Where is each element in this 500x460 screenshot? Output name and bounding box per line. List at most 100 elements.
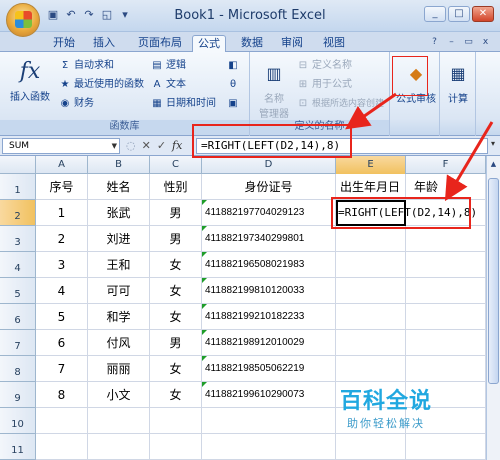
cell-sex[interactable]: 女 (150, 304, 202, 330)
column-header-d[interactable]: D (202, 156, 336, 174)
tab-review[interactable]: 审阅 (276, 35, 308, 52)
empty-cell[interactable] (336, 356, 406, 382)
datetime-button[interactable]: ▦ 日期和时间 (150, 96, 216, 112)
empty-cell[interactable] (202, 408, 336, 434)
tab-view[interactable]: 视图 (318, 35, 350, 52)
column-header-e[interactable]: E (336, 156, 406, 174)
row-header[interactable]: 5 (0, 278, 36, 304)
empty-cell[interactable] (336, 226, 406, 252)
empty-cell[interactable] (336, 304, 406, 330)
empty-cell[interactable] (150, 434, 202, 460)
text-button[interactable]: A 文本 (150, 77, 186, 93)
autosum-button[interactable]: Σ 自动求和 (58, 58, 114, 74)
cell-name[interactable]: 付风 (88, 330, 150, 356)
empty-cell[interactable] (406, 252, 486, 278)
vertical-scrollbar[interactable]: ▲ (486, 156, 500, 460)
column-header-c[interactable]: C (150, 156, 202, 174)
create-from-selection-button[interactable]: ⊡ 根据所选内容创建 (296, 96, 384, 112)
recent-functions-button[interactable]: ★ 最近使用的函数 (58, 77, 144, 93)
column-header-a[interactable]: A (36, 156, 88, 174)
row-header[interactable]: 2 (0, 200, 36, 226)
tab-insert[interactable]: 插入 (88, 35, 120, 52)
empty-cell[interactable] (406, 434, 486, 460)
ribbon-restore-icon[interactable]: ▭ (462, 36, 475, 49)
cell-name[interactable]: 张武 (88, 200, 150, 226)
minimize-button[interactable]: _ (424, 6, 446, 22)
use-in-formula-button[interactable]: ⊞ 用于公式 (296, 77, 352, 93)
cell-id[interactable]: 411882198912010029 (202, 330, 336, 356)
row-header[interactable]: 11 (0, 434, 36, 460)
calculation-button[interactable]: ▦ 计算 (442, 60, 474, 105)
lookup-button[interactable]: ◧ (226, 58, 242, 74)
cell-name[interactable]: 可可 (88, 278, 150, 304)
office-button[interactable] (6, 3, 40, 37)
empty-cell[interactable] (406, 226, 486, 252)
tab-formulas[interactable]: 公式 (192, 35, 226, 52)
row-header[interactable]: 6 (0, 304, 36, 330)
scroll-up-icon[interactable]: ▲ (488, 158, 499, 170)
close-button[interactable]: ✕ (472, 6, 494, 22)
empty-cell[interactable] (336, 434, 406, 460)
empty-cell[interactable] (336, 278, 406, 304)
logical-button[interactable]: ▤ 逻辑 (150, 58, 186, 74)
row-header[interactable]: 3 (0, 226, 36, 252)
cell-id[interactable]: 411882197340299801 (202, 226, 336, 252)
column-header-f[interactable]: F (406, 156, 486, 174)
expand-formula-icon[interactable]: ▾ (488, 139, 498, 153)
cell-sex[interactable]: 女 (150, 382, 202, 408)
cell-no[interactable]: 1 (36, 200, 88, 226)
cell-name[interactable]: 丽丽 (88, 356, 150, 382)
ribbon-close-icon[interactable]: x (479, 36, 492, 49)
tab-home[interactable]: 开始 (48, 35, 80, 52)
cell-sex[interactable]: 女 (150, 278, 202, 304)
name-manager-button[interactable]: ▥ 名称 管理器 (256, 60, 292, 120)
cell-name[interactable]: 王和 (88, 252, 150, 278)
fx-icon[interactable]: fx (172, 138, 182, 154)
empty-cell[interactable] (36, 408, 88, 434)
row-header[interactable]: 8 (0, 356, 36, 382)
cell-name[interactable]: 刘进 (88, 226, 150, 252)
empty-cell[interactable] (336, 330, 406, 356)
header-cell-sex[interactable]: 性别 (150, 174, 202, 200)
cell-name[interactable]: 小文 (88, 382, 150, 408)
header-cell-no[interactable]: 序号 (36, 174, 88, 200)
cell-no[interactable]: 3 (36, 252, 88, 278)
cell-id[interactable]: 411882197704029123 (202, 200, 336, 226)
financial-button[interactable]: ◉ 财务 (58, 96, 94, 112)
empty-cell[interactable] (406, 356, 486, 382)
tab-data[interactable]: 数据 (236, 35, 268, 52)
cell-sex[interactable]: 女 (150, 252, 202, 278)
enter-icon[interactable]: ✓ (157, 138, 166, 154)
cell-no[interactable]: 5 (36, 304, 88, 330)
cell-no[interactable]: 2 (36, 226, 88, 252)
cell-sex[interactable]: 男 (150, 226, 202, 252)
cell-id[interactable]: 411882199210182233 (202, 304, 336, 330)
cell-sex[interactable]: 女 (150, 356, 202, 382)
cancel-icon[interactable]: ✕ (142, 138, 151, 154)
cell-id[interactable]: 411882199810120033 (202, 278, 336, 304)
cell-no[interactable]: 4 (36, 278, 88, 304)
empty-cell[interactable] (406, 330, 486, 356)
cell-id[interactable]: 411882198505062219 (202, 356, 336, 382)
insert-function-button[interactable]: fx 插入函数 (10, 58, 50, 103)
row-header[interactable]: 4 (0, 252, 36, 278)
empty-cell[interactable] (88, 434, 150, 460)
cell-no[interactable]: 6 (36, 330, 88, 356)
cell-no[interactable]: 8 (36, 382, 88, 408)
tab-page-layout[interactable]: 页面布局 (132, 35, 188, 52)
chevron-down-icon[interactable]: ▼ (112, 139, 117, 153)
empty-cell[interactable] (36, 434, 88, 460)
ribbon-minimize-icon[interactable]: – (445, 36, 458, 49)
empty-cell[interactable] (406, 304, 486, 330)
define-name-button[interactable]: ⊟ 定义名称 (296, 58, 352, 74)
more-functions-button[interactable]: ▣ (226, 96, 242, 112)
empty-cell[interactable] (336, 252, 406, 278)
empty-cell[interactable] (202, 434, 336, 460)
math-button[interactable]: θ (226, 77, 242, 93)
maximize-button[interactable]: □ (448, 6, 470, 22)
cell-sex[interactable]: 男 (150, 330, 202, 356)
name-box[interactable]: SUM ▼ (2, 138, 120, 154)
row-header[interactable]: 1 (0, 174, 36, 200)
row-header[interactable]: 10 (0, 408, 36, 434)
cell-id[interactable]: 411882199610290073 (202, 382, 336, 408)
